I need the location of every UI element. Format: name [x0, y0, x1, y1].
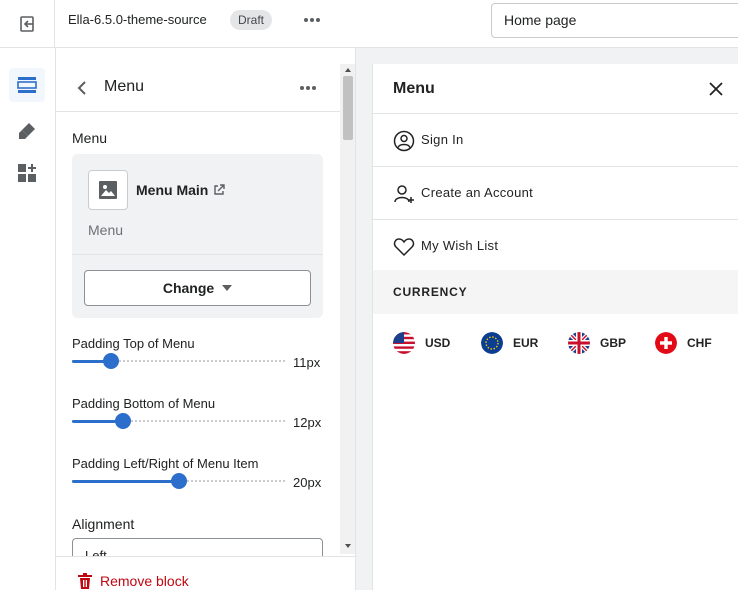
swiss-flag-icon [655, 332, 677, 354]
currency-code: EUR [513, 336, 539, 350]
slider-label: Padding Left/Right of Menu Item [72, 456, 259, 471]
slider-label: Padding Bottom of Menu [72, 396, 216, 411]
slider-value: 11px [293, 355, 321, 370]
sections-button[interactable] [9, 68, 45, 102]
slider-handle[interactable] [171, 473, 187, 489]
uk-flag-icon [568, 332, 590, 354]
more-horizontal-icon [300, 86, 316, 90]
preview-wish-list-link[interactable]: My Wish List [373, 220, 738, 273]
card-divider [72, 254, 323, 255]
editor-rail [0, 48, 56, 590]
eu-flag-icon [481, 332, 503, 354]
menu-picker-card: Menu Main Menu Change [72, 154, 323, 318]
preview-row-label: Create an Account [421, 185, 534, 200]
back-button[interactable] [72, 76, 92, 100]
user-plus-icon [394, 185, 414, 203]
slider-handle[interactable] [103, 353, 119, 369]
caret-down-icon [222, 285, 233, 291]
menu-section-label: Menu [72, 130, 108, 146]
currency-chf[interactable]: CHF [655, 332, 712, 354]
change-menu-label: Change [162, 280, 215, 296]
storefront-preview: Menu Sign In Create an Account My Wish L… [372, 64, 738, 590]
panel-footer: Remove block [56, 556, 355, 590]
page-selector[interactable]: Home page [491, 3, 738, 38]
exit-button[interactable] [0, 0, 55, 48]
panel-title: Menu [104, 78, 145, 95]
sections-icon [17, 77, 37, 93]
remove-block-label: Remove block [100, 573, 189, 589]
panel-scrollbar[interactable] [340, 64, 355, 554]
slider-value: 12px [293, 415, 322, 430]
exit-icon [20, 16, 34, 32]
apps-button[interactable] [9, 156, 45, 190]
us-flag-icon [393, 332, 415, 354]
currency-code: GBP [600, 336, 627, 350]
preview-row-label: Sign In [421, 132, 464, 147]
menu-thumbnail [88, 170, 128, 210]
preview-row-label: My Wish List [421, 238, 499, 253]
alignment-label: Alignment [72, 516, 135, 532]
block-settings-panel: Menu Menu Menu Main Menu Change Padding … [56, 48, 356, 590]
panel-header: Menu [56, 64, 340, 112]
slider-padding-bottom: Padding Bottom of Menu 12px [72, 396, 327, 442]
close-icon[interactable] [707, 80, 725, 98]
scroll-up-arrow[interactable] [345, 68, 351, 72]
currency-eur[interactable]: EUR [481, 332, 538, 354]
chevron-left-icon [77, 81, 86, 95]
slider-label: Padding Top of Menu [72, 336, 195, 351]
external-link-icon [214, 184, 226, 195]
theme-name: Ella-6.5.0-theme-source [68, 12, 207, 27]
slider-handle[interactable] [115, 413, 131, 429]
paint-brush-icon [19, 123, 35, 139]
theme-actions-button[interactable] [300, 10, 324, 30]
remove-block-button[interactable]: Remove block [78, 573, 189, 589]
currency-code: USD [425, 336, 451, 350]
slider-padding-top: Padding Top of Menu 11px [72, 336, 327, 382]
slider-fill [72, 480, 179, 483]
currency-gbp[interactable]: GBP [568, 332, 626, 354]
block-actions-button[interactable] [296, 78, 320, 98]
menu-subtitle: Menu [88, 222, 124, 238]
currency-heading: CURRENCY [373, 270, 738, 314]
scroll-down-arrow[interactable] [345, 544, 351, 548]
apps-icon [18, 164, 36, 182]
menu-name-link[interactable]: Menu Main [136, 182, 226, 198]
currency-code: CHF [687, 336, 712, 350]
change-menu-button[interactable]: Change [84, 270, 311, 306]
more-horizontal-icon [304, 18, 320, 22]
image-icon [99, 181, 117, 199]
user-circle-icon [393, 130, 415, 152]
preview-sign-in-link[interactable]: Sign In [373, 114, 738, 167]
currency-heading-label: CURRENCY [393, 285, 468, 299]
preview-create-account-link[interactable]: Create an Account [373, 167, 738, 220]
alignment-select[interactable]: Left [72, 538, 323, 556]
menu-name: Menu Main [136, 182, 209, 198]
preview-menu-title: Menu [393, 80, 435, 97]
top-bar: Ella-6.5.0-theme-source Draft Home page [0, 0, 738, 48]
slider-padding-left-right: Padding Left/Right of Menu Item 20px [72, 456, 327, 502]
theme-settings-button[interactable] [9, 114, 45, 148]
settings-scroll-area: Menu Menu Main Menu Change Padding Top o… [56, 112, 340, 556]
trash-icon [78, 573, 92, 589]
scrollbar-thumb[interactable] [343, 76, 353, 140]
preview-menu-header: Menu [373, 64, 738, 114]
currency-usd[interactable]: USD [393, 332, 450, 354]
slider-value: 20px [293, 475, 322, 490]
status-badge: Draft [230, 10, 273, 30]
heart-icon [393, 238, 415, 257]
